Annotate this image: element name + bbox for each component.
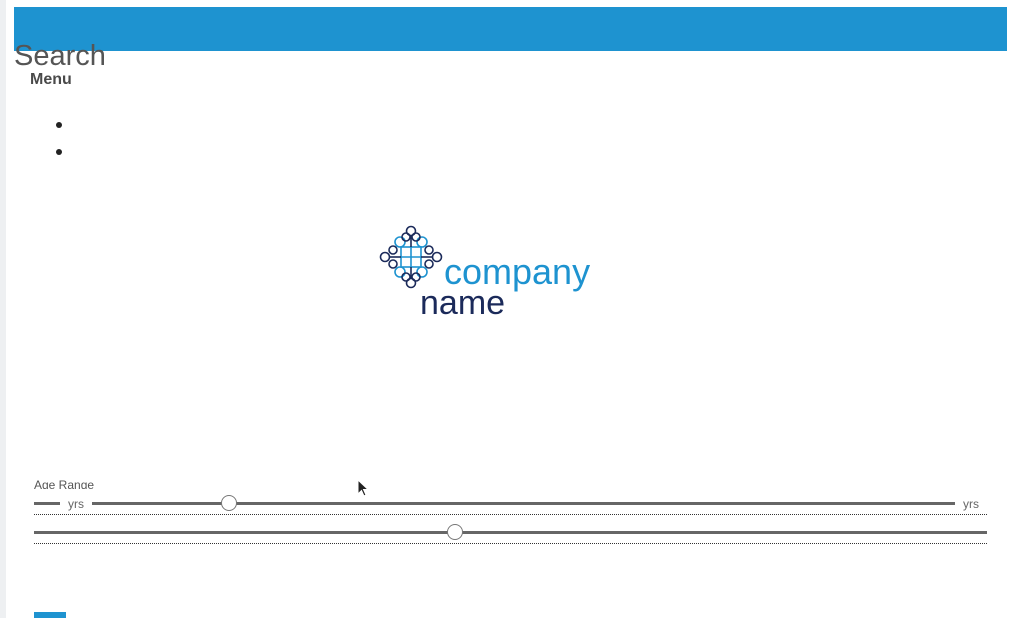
age-max-slider[interactable] xyxy=(34,522,987,544)
menu-toggle[interactable]: Menu xyxy=(30,70,72,90)
knot-logo-icon xyxy=(379,225,443,289)
company-logo[interactable]: company name xyxy=(376,220,646,322)
slider-track xyxy=(34,531,987,534)
menu-item[interactable] xyxy=(40,139,80,166)
age-range-label: Age Range xyxy=(34,478,95,489)
slider-underline xyxy=(34,514,987,515)
submit-button[interactable] xyxy=(34,612,66,618)
slider-thumb-min[interactable] xyxy=(221,495,238,511)
unit-label-left: yrs xyxy=(60,497,92,511)
header-link[interactable] xyxy=(14,27,18,29)
left-edge-strip xyxy=(0,0,6,618)
unit-label-right: yrs xyxy=(955,497,987,511)
menu-list xyxy=(40,112,80,166)
logo-word-name: name xyxy=(420,284,505,322)
menu-item[interactable] xyxy=(40,112,80,139)
top-header-bar xyxy=(14,7,1007,51)
slider-track xyxy=(34,502,987,505)
mouse-pointer-icon xyxy=(357,479,370,497)
search-label[interactable]: Search xyxy=(14,38,106,74)
age-min-slider[interactable]: yrs yrs xyxy=(34,493,987,515)
slider-thumb-max[interactable] xyxy=(447,524,464,540)
slider-underline xyxy=(34,543,987,544)
